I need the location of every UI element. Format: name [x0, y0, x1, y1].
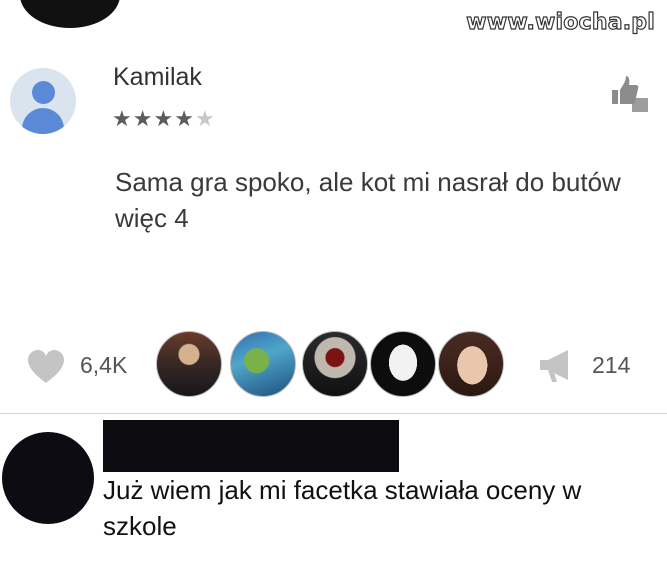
star-icon: ★: [132, 106, 154, 131]
like-count: 6,4K: [80, 352, 128, 378]
thumbs-up-down-icon[interactable]: [608, 72, 652, 118]
avatar-person-icon: [32, 81, 55, 104]
share-count: 214: [592, 352, 631, 378]
megaphone-icon[interactable]: [538, 346, 578, 386]
reactor-avatar[interactable]: [156, 331, 222, 397]
reactor-avatar[interactable]: [230, 331, 296, 397]
watermark: www.wiocha.pl: [466, 9, 656, 35]
comment-text: Już wiem jak mi facetka stawiała oceny w…: [103, 475, 582, 541]
commenter-name-redacted: [103, 420, 399, 472]
reactor-avatar[interactable]: [370, 331, 436, 397]
heart-icon[interactable]: [26, 349, 66, 385]
star-icon: ★: [174, 106, 195, 131]
review-text: Sama gra spoko, ale kot mi nasrał do but…: [115, 167, 621, 233]
commenter-avatar-redacted[interactable]: [2, 432, 94, 524]
star-icon: ★: [194, 106, 216, 131]
reviewer-name[interactable]: Kamilak: [113, 63, 202, 92]
star-icon: ★: [153, 106, 175, 131]
reactor-avatar[interactable]: [302, 331, 368, 397]
reactor-avatar[interactable]: [438, 331, 504, 397]
star-icon: ★: [112, 106, 133, 131]
star-rating: ★★★★★: [112, 106, 216, 132]
reviewer-avatar[interactable]: [10, 68, 76, 134]
top-avatar-cropped: [20, 0, 120, 28]
divider: [0, 413, 667, 414]
